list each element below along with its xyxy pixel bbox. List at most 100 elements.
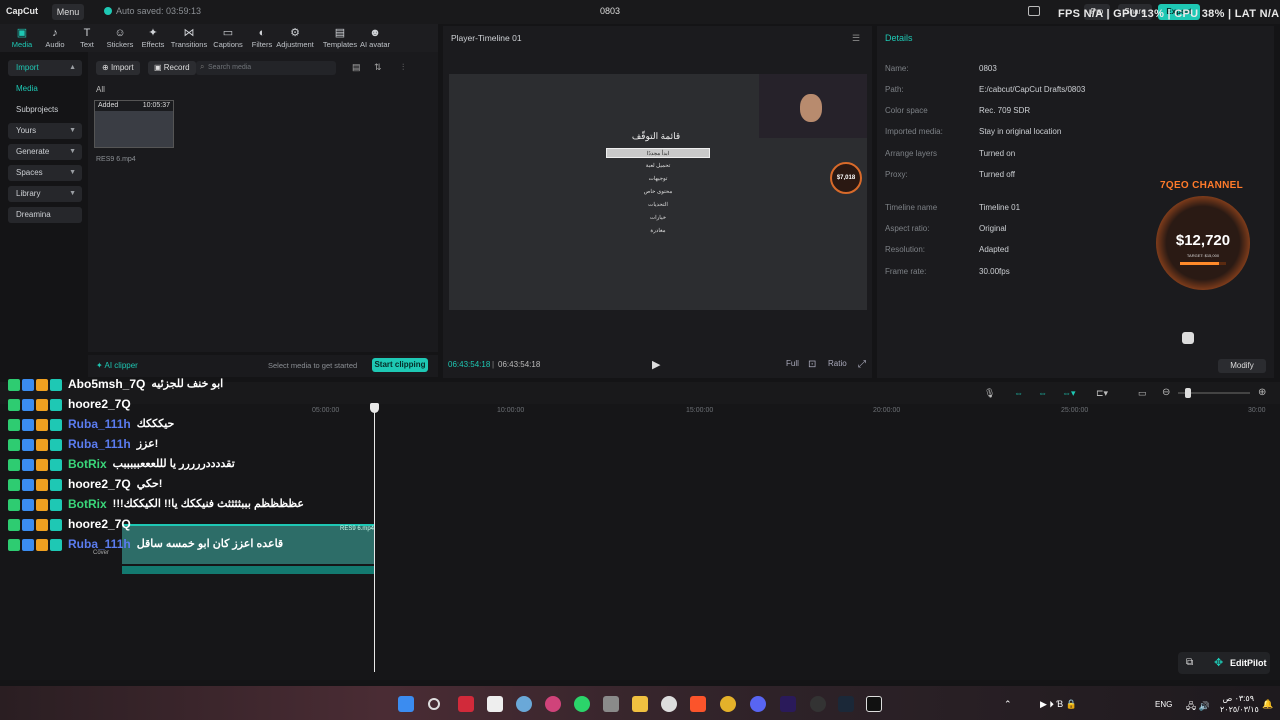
nav-dreamina[interactable]: Dreamina: [8, 207, 82, 223]
search-input[interactable]: Search media: [196, 61, 336, 75]
brave-icon[interactable]: [690, 696, 706, 712]
badge-icon: [50, 438, 62, 451]
obs-icon[interactable]: [810, 696, 826, 712]
badge-icon: [22, 378, 34, 391]
chat-username: BotRix: [68, 456, 107, 471]
badge-icon: [36, 518, 48, 531]
preview-axis-icon[interactable]: ⇔▾: [1062, 388, 1076, 399]
import-button[interactable]: ⊕ Import: [96, 61, 140, 75]
ruler-tick: 20:00:00: [873, 407, 901, 414]
zoom-in-icon[interactable]: ⊕: [1258, 387, 1266, 398]
chat-text: قاعده اعزز كان ابو خمسه ساقل: [136, 538, 284, 551]
app-icon[interactable]: [661, 696, 677, 712]
tab-ai-avatar[interactable]: ☻ AI avatar: [356, 27, 394, 49]
playhead-handle[interactable]: [370, 403, 379, 413]
tab-label: Media: [11, 40, 33, 49]
detail-label: Timeline name: [885, 203, 938, 212]
capcut-icon[interactable]: [866, 696, 882, 712]
filter-icon[interactable]: ⫶: [402, 62, 404, 73]
chat-username: Ruba_111h: [68, 536, 131, 551]
detail-value: Original: [979, 224, 1007, 233]
coin-target: TARGET: $15,000: [1186, 253, 1220, 258]
detail-value: 30.00fps: [979, 267, 1010, 276]
search-taskbar-icon[interactable]: [428, 698, 440, 710]
tab-adjustment[interactable]: ⚙ Adjustment: [276, 27, 314, 49]
filter-all-label[interactable]: All: [96, 85, 105, 94]
nav-generate[interactable]: Generate ▼: [8, 144, 82, 160]
steam-icon[interactable]: [838, 696, 854, 712]
chat-username: Ruba_111h: [68, 416, 131, 431]
chrome-icon[interactable]: [720, 696, 736, 712]
playhead-line[interactable]: [374, 404, 375, 672]
nav-label: Spaces: [16, 168, 43, 177]
app-icon[interactable]: [574, 696, 590, 712]
nav-spaces[interactable]: Spaces ▼: [8, 165, 82, 181]
mic-icon[interactable]: 🎙: [984, 388, 995, 399]
detail-label: Color space: [885, 106, 928, 115]
zoom-out-icon[interactable]: ⊖: [1162, 387, 1170, 398]
audio-waveform[interactable]: [122, 566, 374, 574]
app-icon[interactable]: [458, 696, 474, 712]
badge-icon: [22, 498, 34, 511]
fullscreen-icon[interactable]: ⤢: [858, 359, 866, 370]
record-button[interactable]: ▣ Record: [148, 61, 196, 75]
chat-text: عزز!: [136, 438, 159, 451]
app-icon[interactable]: [545, 696, 561, 712]
nav-library[interactable]: Library ▼: [8, 186, 82, 202]
app-icon[interactable]: [603, 696, 619, 712]
discord-icon[interactable]: [750, 696, 766, 712]
caption-icon[interactable]: ▭: [1138, 388, 1147, 399]
nav-subprojects[interactable]: Subprojects: [8, 102, 82, 118]
notification-icon[interactable]: 🔔: [1262, 699, 1273, 710]
chat-message: Abo5msh_7Q ابو خنف للجزئيه: [8, 376, 223, 394]
pause-menu-item: توجيهات: [648, 176, 668, 182]
chat-message: Ruba_111h عزز!: [8, 436, 158, 454]
tab-transitions[interactable]: ⋈ Transitions: [170, 27, 208, 49]
media-thumbnail[interactable]: Added 10:05:37: [94, 100, 174, 148]
chat-message: hoore2_7Q حكي!: [8, 476, 162, 494]
premiere-icon[interactable]: [780, 696, 796, 712]
grid-view-icon[interactable]: ▤: [352, 62, 361, 73]
tab-effects[interactable]: ✦ Effects: [134, 27, 172, 49]
media-panel: [88, 52, 438, 352]
crop-icon[interactable]: ⊡: [808, 359, 816, 370]
link-icon[interactable]: ⇔: [1014, 388, 1023, 398]
tab-label: Captions: [213, 40, 243, 49]
detail-label: Imported media:: [885, 127, 943, 136]
settings-icon[interactable]: [516, 696, 532, 712]
snap-icon[interactable]: ⇔: [1038, 388, 1047, 398]
editpilot-icon: ✥: [1214, 657, 1224, 669]
network-icon[interactable]: 🖧 🔊: [1186, 699, 1210, 715]
play-icon[interactable]: ▶: [652, 358, 660, 371]
zoom-knob[interactable]: [1185, 388, 1191, 398]
badge-icon: [8, 538, 20, 551]
pause-menu-item: ابدأ مجددًا: [606, 148, 710, 158]
tray-chevron-icon[interactable]: ⌃: [1004, 699, 1012, 710]
modify-button[interactable]: Modify: [1218, 359, 1266, 373]
picture-icon[interactable]: ⧉: [1186, 657, 1193, 668]
editpilot-label: EditPilot: [1230, 658, 1267, 668]
nav-import[interactable]: Import ▲: [8, 60, 82, 76]
split-icon[interactable]: ⊏▾: [1096, 388, 1108, 399]
nav-media[interactable]: Media: [8, 81, 82, 97]
tab-templates[interactable]: ▤ Templates: [321, 27, 359, 49]
full-button[interactable]: Full: [786, 359, 799, 368]
autosave-text: Auto saved: 03:59:13: [116, 6, 202, 16]
menu-icon[interactable]: ☰: [852, 33, 860, 44]
menu-button[interactable]: Menu: [52, 4, 84, 20]
start-clipping-button[interactable]: Start clipping: [372, 358, 428, 372]
tray-icons[interactable]: ▶ ⏵ Ɓ 🔒: [1040, 699, 1077, 710]
clock[interactable]: ٠٣:٥٩ ص ٢٠٢٥/٠٣/١٥: [1220, 693, 1259, 715]
chat-text: حيكككك: [136, 418, 175, 431]
ratio-button[interactable]: Ratio: [828, 359, 847, 368]
nav-yours[interactable]: Yours ▼: [8, 123, 82, 139]
sort-icon[interactable]: ⇅: [374, 62, 382, 73]
start-icon[interactable]: [398, 696, 414, 712]
badge-icon: [36, 538, 48, 551]
app-icon[interactable]: [487, 696, 503, 712]
thumb-filename: RES9 6.mp4: [96, 156, 136, 163]
folder-icon[interactable]: [632, 696, 648, 712]
layout-icon[interactable]: [1028, 6, 1040, 16]
language-indicator[interactable]: ENG: [1155, 700, 1172, 709]
tab-captions[interactable]: ▭ Captions: [209, 27, 247, 49]
